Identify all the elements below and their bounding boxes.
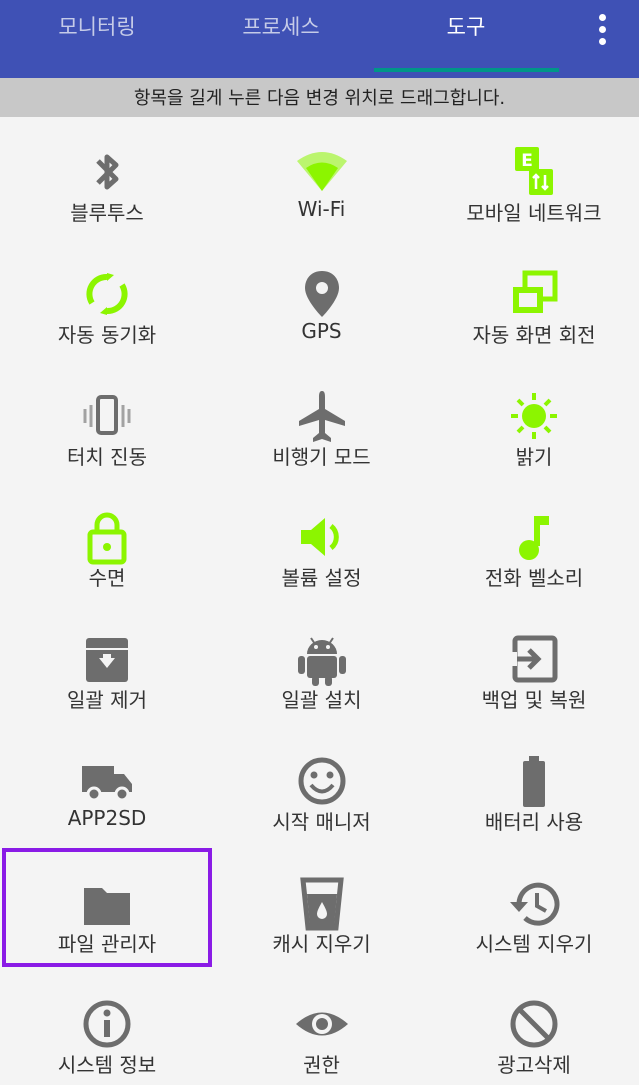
tool-item-label: Wi-Fi	[297, 197, 346, 221]
tool-item-label: 시스템 정보	[57, 1053, 157, 1077]
tool-item-label: 자동 동기화	[57, 323, 157, 347]
backup-icon	[509, 635, 558, 683]
tool-item-label: 블루투스	[70, 201, 144, 225]
vibration-icon	[83, 395, 131, 435]
tool-item-info[interactable]: 시스템 정보	[0, 969, 214, 1085]
archive-icon	[86, 638, 128, 682]
tool-item-block[interactable]: 광고삭제	[429, 969, 639, 1085]
screen-rotation-icon	[513, 270, 558, 313]
tool-item-label: GPS	[301, 319, 342, 343]
tool-item-cup[interactable]: 캐시 지우기	[214, 848, 429, 969]
tool-item-backup[interactable]: 백업 및 복원	[429, 604, 639, 726]
tool-item-label: 밝기	[515, 445, 553, 469]
sync-icon	[86, 273, 128, 315]
tool-item-label: 자동 화면 회전	[472, 323, 596, 347]
tool-item-android[interactable]: 일괄 설치	[214, 604, 429, 726]
tool-item-label: 전화 벨소리	[484, 566, 584, 590]
tool-item-location-pin[interactable]: GPS	[214, 239, 429, 361]
tool-item-label: 일괄 설치	[281, 688, 362, 712]
truck-icon	[82, 766, 132, 802]
overflow-menu-icon[interactable]	[588, 10, 618, 48]
tool-item-sync[interactable]: 자동 동기화	[0, 239, 214, 361]
tab-process[interactable]: 프로세스	[196, 0, 366, 78]
tool-item-label: 권한	[303, 1053, 340, 1077]
tool-item-label: 수면	[88, 566, 126, 590]
battery-icon	[523, 756, 545, 807]
tool-item-label: 시스템 지우기	[475, 932, 593, 956]
lock-icon	[87, 512, 127, 565]
music-note-icon	[519, 516, 549, 560]
tool-item-smiley[interactable]: 시작 매니저	[214, 726, 429, 848]
selected-item-outline	[2, 848, 212, 967]
tool-item-eye[interactable]: 권한	[214, 969, 429, 1085]
tool-item-battery[interactable]: 배터리 사용	[429, 726, 639, 848]
tool-item-label: APP2SD	[67, 806, 147, 830]
tool-item-label: 터치 진동	[67, 445, 147, 469]
brightness-icon	[511, 393, 557, 439]
tool-item-label: 일괄 제거	[67, 688, 147, 712]
tab-monitoring[interactable]: 모니터링	[12, 0, 182, 78]
tool-item-bluetooth[interactable]: 블루투스	[0, 117, 214, 239]
cup-icon	[299, 877, 344, 931]
block-icon	[510, 1000, 558, 1048]
airplane-icon	[298, 391, 345, 442]
android-icon	[297, 637, 346, 686]
volume-icon	[300, 518, 339, 556]
mobile-network-icon: E	[515, 147, 553, 195]
tool-item-label: 광고삭제	[497, 1053, 571, 1077]
active-tab-indicator	[374, 68, 559, 72]
tool-item-label: 시작 매니저	[272, 810, 371, 834]
tool-item-truck[interactable]: APP2SD	[0, 726, 214, 848]
wifi-icon	[296, 152, 347, 191]
info-icon	[83, 1000, 131, 1048]
tab-tools[interactable]: 도구	[381, 0, 551, 78]
tool-item-label: 배터리 사용	[484, 810, 584, 834]
history-icon	[510, 882, 560, 926]
tool-item-archive[interactable]: 일괄 제거	[0, 604, 214, 726]
tool-item-vibration[interactable]: 터치 진동	[0, 361, 214, 482]
tool-item-label: 비행기 모드	[272, 445, 371, 469]
tool-item-mobile-network[interactable]: E 모바일 네트워크	[429, 117, 639, 239]
location-pin-icon	[304, 271, 339, 317]
drag-hint-banner: 항목을 길게 누른 다음 변경 위치로 드래그합니다.	[0, 78, 639, 117]
tool-item-lock[interactable]: 수면	[0, 482, 214, 604]
tool-item-brightness[interactable]: 밝기	[429, 361, 639, 482]
tool-item-label: 모바일 네트워크	[466, 201, 602, 225]
tool-item-wifi[interactable]: Wi-Fi	[214, 117, 429, 239]
bluetooth-icon	[96, 154, 119, 190]
tool-item-label: 캐시 지우기	[272, 932, 371, 956]
eye-icon	[295, 1012, 348, 1036]
tool-item-label: 백업 및 복원	[481, 688, 587, 712]
tool-item-screen-rotation[interactable]: 자동 화면 회전	[429, 239, 639, 361]
smiley-icon	[298, 757, 345, 805]
tool-item-volume[interactable]: 볼륨 설정	[214, 482, 429, 604]
svg-text:E: E	[521, 151, 533, 171]
tool-item-history[interactable]: 시스템 지우기	[429, 848, 639, 969]
tool-item-label: 볼륨 설정	[281, 566, 362, 590]
tool-item-airplane[interactable]: 비행기 모드	[214, 361, 429, 482]
top-app-bar: 모니터링 프로세스 도구	[0, 0, 639, 78]
tool-item-music-note[interactable]: 전화 벨소리	[429, 482, 639, 604]
